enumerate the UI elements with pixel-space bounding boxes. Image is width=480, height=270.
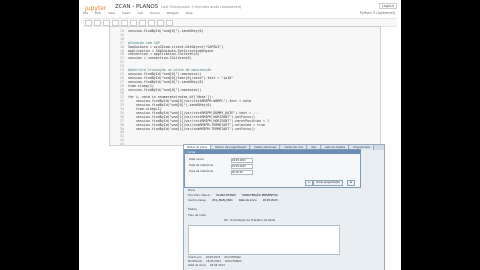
created-by: ZCAUTOMAC: [224, 256, 242, 259]
plan-label: Plano: [188, 189, 196, 192]
kernel-indicator[interactable]: Python 3 (ipykernel): [360, 11, 395, 15]
stop-icon[interactable]: [157, 19, 164, 26]
start-dialog: Iniciar Data inicial 18.05.2023 Data de …: [184, 149, 361, 188]
start-date-input[interactable]: 18.05.2023: [231, 158, 253, 163]
menu-item-cell[interactable]: Cell: [138, 11, 144, 17]
menu-item-kernel[interactable]: Kernel: [150, 11, 159, 17]
menu-bar: File Edit View Insert Cell Kernel Widgets Help: [83, 11, 397, 17]
footer-start: Data de início 18.05.2023: [188, 264, 225, 267]
notebook-title-text: ZCAN - PLANOS: [115, 4, 159, 10]
created-date: 18.05.2023: [205, 256, 221, 259]
reference-time-input[interactable]: 00:00:00: [231, 170, 253, 175]
notebook-title[interactable]: ZCAN - PLANOS Last Checkpoint: 3 minutes …: [115, 4, 241, 10]
created-label: Criado por: [188, 256, 202, 259]
notification-type-value[interactable]: Z5 - Solicitação de Trabalho de Rede: [224, 218, 275, 222]
modified-by: ZCAUTOMAC: [224, 260, 242, 263]
strategy-value[interactable]: MANUTENÇÃO PREVENTIVA: [242, 194, 278, 197]
plan-type-value[interactable]: PLANO ESTRAT.: [216, 194, 236, 197]
run-icon[interactable]: [148, 19, 155, 26]
planning-center-label: Centro planej.: [188, 199, 207, 202]
modified-date: 18.05.2023: [206, 260, 221, 263]
close-dialog-button[interactable]: ✖: [347, 180, 356, 186]
popup-label-start-date: Data inicial: [189, 158, 204, 161]
restart-icon[interactable]: [166, 19, 173, 26]
menu-item-widgets[interactable]: Widgets: [167, 11, 179, 17]
sap-gui-window: Dados do plano Parâm. de programação Dados…: [183, 144, 385, 270]
texts-section-title: Textos: [188, 207, 197, 211]
add-cell-icon[interactable]: [94, 19, 101, 26]
menu-item-insert[interactable]: Insert: [122, 11, 131, 17]
footer-modified: Modificado 18.05.2023 ZCAUTOMAC: [188, 260, 242, 263]
form-row-plan-type: Tipo Plan. Manut. PLANO ESTRAT. MANUTENÇÃO…: [188, 194, 278, 197]
line-number: 43: [120, 142, 124, 146]
form-row-planning-center: Centro planej. ZCA_MAN_0001 Data de início…: [188, 199, 278, 202]
logout-button[interactable]: Logout: [379, 3, 397, 9]
modified-label: Modificado: [188, 260, 203, 263]
menu-item-file[interactable]: File: [83, 11, 88, 17]
footer-created: Criado por 18.05.2023 ZCAUTOMAC: [188, 256, 241, 259]
reference-date-input[interactable]: 18.05.2023: [231, 164, 253, 169]
code-line: session = connection.Children(0): [128, 56, 192, 61]
popup-label-reference-time: Hora de referência: [189, 170, 214, 173]
popup-label-reference-date: Data de referência: [189, 164, 214, 167]
notification-type-label: Tipo de nota: [188, 213, 206, 217]
save-icon[interactable]: [85, 19, 92, 26]
menu-item-help[interactable]: Help: [186, 11, 193, 17]
move-down-icon[interactable]: [139, 19, 146, 26]
cut-icon[interactable]: [103, 19, 110, 26]
planning-center-value[interactable]: ZCA_MAN_0001: [212, 199, 233, 202]
code-line: session.findById("wnd[0]").maximize(): [128, 87, 202, 92]
checkpoint-text: Last Checkpoint: 3 minutes atrás (autosa…: [161, 5, 242, 9]
start-date-value[interactable]: 18.05.2023: [263, 199, 278, 202]
paste-icon[interactable]: [121, 19, 128, 26]
plan-type-label: Tipo Plan. Manut.: [188, 194, 211, 197]
footer-start-date: 18.05.2023: [209, 264, 225, 267]
menu-item-view[interactable]: View: [108, 11, 115, 17]
start-date-label: Data de início: [238, 199, 257, 202]
menu-item-edit[interactable]: Edit: [95, 11, 101, 17]
confirm-button[interactable]: ✔: [305, 180, 314, 186]
footer-start-label: Data de início: [188, 264, 206, 267]
long-text-area[interactable]: [188, 225, 340, 255]
copy-icon[interactable]: [112, 19, 119, 26]
code-line: session.findById("wnd[1]/usr/chkRMIPM-TE…: [128, 126, 256, 131]
form-row-plan: Plano: [188, 189, 201, 192]
screenshot-area: jupyter ZCAN - PLANOS Last Checkpoint: 3 …: [79, 0, 401, 270]
code-line: session.findById("wnd[0]").sendVKey(0): [128, 29, 204, 33]
move-up-icon[interactable]: [130, 19, 137, 26]
start-scheduling-button[interactable]: Iniciar programação: [313, 180, 343, 186]
code-cell[interactable]: 14 session.findById("wnd[0]").sendVKey(0)…: [109, 26, 381, 146]
start-dialog-title: Iniciar: [185, 150, 360, 154]
